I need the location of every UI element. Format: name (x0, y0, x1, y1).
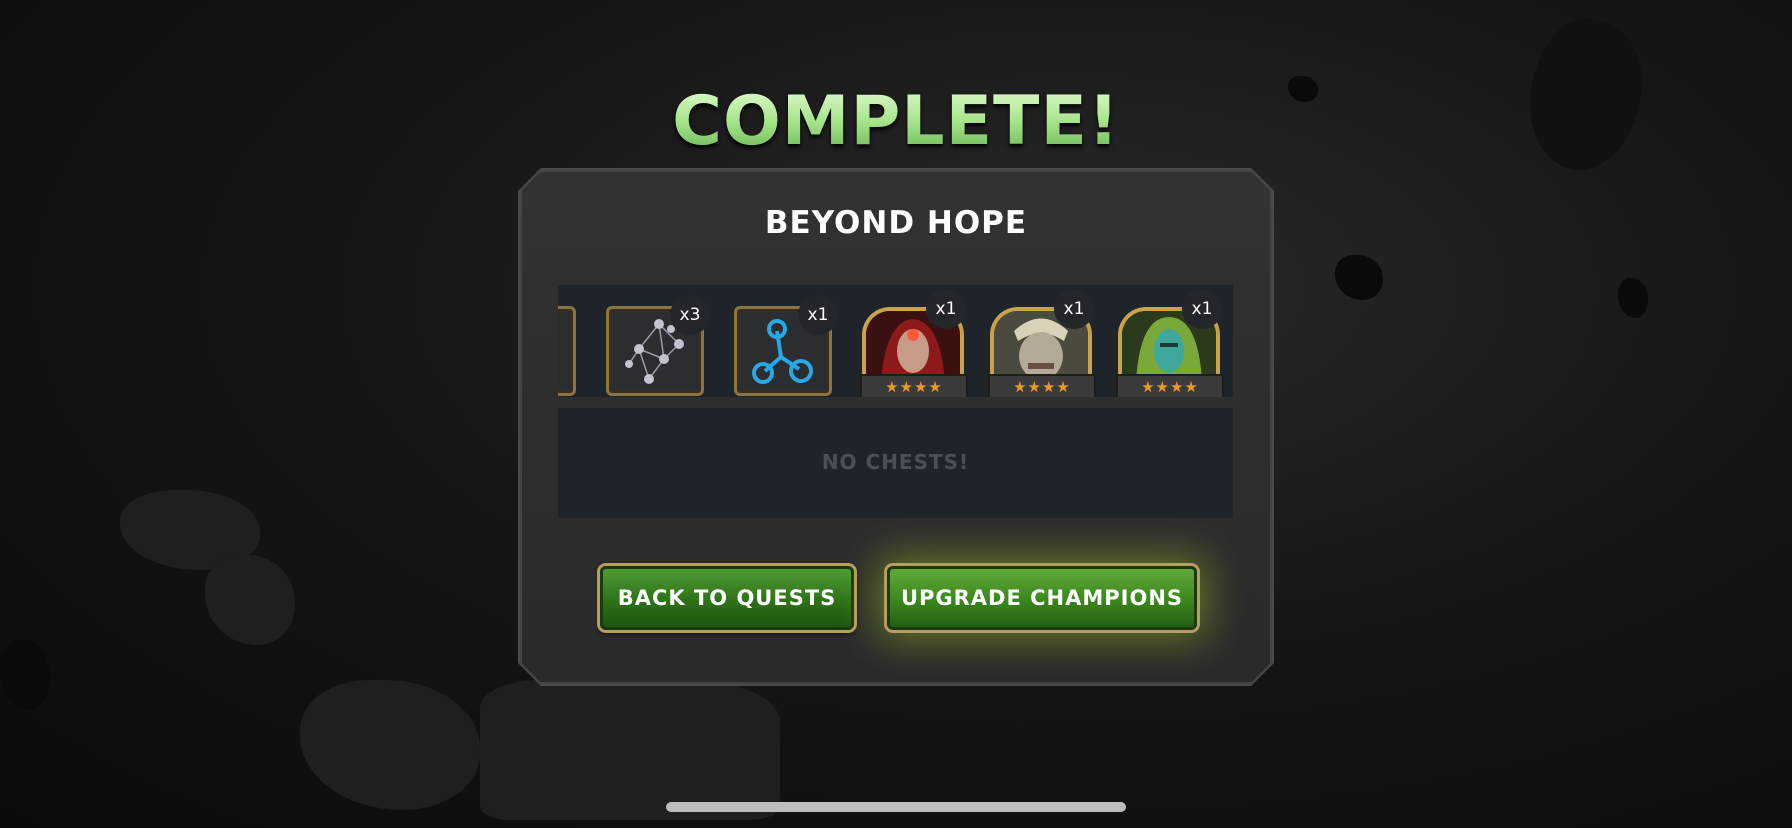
reward-champion[interactable]: ★★★★ x1 (988, 289, 1096, 397)
no-chests-label: NO CHESTS! (821, 450, 970, 474)
home-indicator[interactable] (666, 802, 1126, 812)
reward-quantity: x1 (1182, 289, 1222, 329)
asteroid (300, 680, 480, 810)
reward-champion[interactable]: ★★★★ x1 (860, 289, 968, 397)
reward-champion[interactable]: ★★★★ x1 (1116, 289, 1224, 397)
reward-quantity: x1 (798, 295, 838, 335)
reward-item-frame (558, 306, 576, 396)
reward-item[interactable]: x3 (606, 295, 710, 396)
asteroid (480, 680, 780, 820)
asteroid (1335, 255, 1383, 300)
back-to-quests-button[interactable]: BACK TO QUESTS (600, 566, 854, 630)
asteroid (1618, 278, 1648, 318)
reward-quantity: x1 (1054, 289, 1094, 329)
star-rating: ★★★★ (988, 374, 1096, 397)
complete-title: COMPLETE! (0, 82, 1792, 161)
reward-quantity: x1 (926, 289, 966, 329)
reward-item-partial[interactable] (558, 295, 576, 396)
reward-quantity: x3 (670, 295, 710, 335)
chest-area: NO CHESTS! (558, 408, 1233, 518)
star-rating: ★★★★ (1116, 374, 1224, 397)
upgrade-champions-button[interactable]: UPGRADE CHAMPIONS (887, 566, 1197, 630)
star-rating: ★★★★ (860, 374, 968, 397)
rewards-strip[interactable]: x3 x1 ★★★★ x1 ★★★★ x1 ★★★★ x1 (558, 285, 1233, 397)
reward-item[interactable]: x1 (734, 295, 838, 396)
quest-name: BEYOND HOPE (764, 205, 1028, 241)
asteroid (205, 555, 295, 645)
asteroid (0, 640, 50, 710)
